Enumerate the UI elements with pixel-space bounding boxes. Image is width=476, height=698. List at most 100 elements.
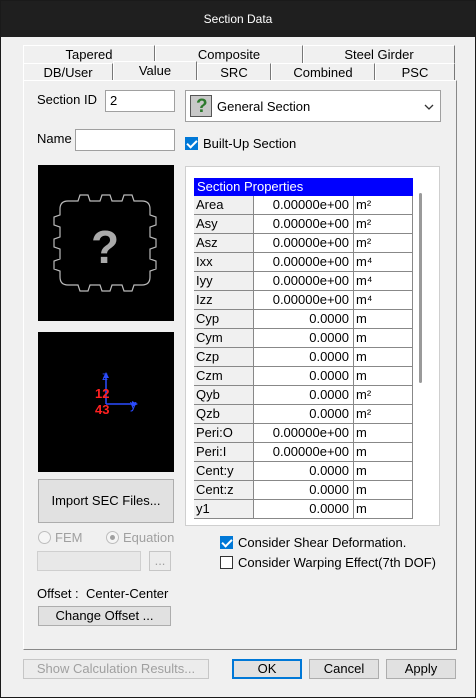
- tab-psc[interactable]: PSC: [375, 63, 455, 81]
- stress-points-bottom: 43: [95, 402, 109, 417]
- table-row: Cyp 0.0000 m: [194, 310, 413, 329]
- tab-steel-girder[interactable]: Steel Girder: [303, 45, 455, 63]
- property-name-cell: Izz: [194, 291, 254, 310]
- table-row: Qyb 0.0000 m²: [194, 386, 413, 405]
- section-axis-preview: z y 12 43: [38, 332, 174, 472]
- property-unit-cell: m: [354, 329, 413, 348]
- property-value-cell[interactable]: 0.0000: [254, 367, 354, 386]
- consider-shear-checkbox[interactable]: Consider Shear Deformation.: [220, 535, 406, 550]
- property-name-cell: Cent:y: [194, 462, 254, 481]
- built-up-section-checkbox[interactable]: Built-Up Section: [185, 136, 296, 151]
- property-value-cell[interactable]: 0.0000: [254, 386, 354, 405]
- property-unit-cell: m²: [354, 405, 413, 424]
- property-value-cell[interactable]: 0.0000: [254, 481, 354, 500]
- property-unit-cell: m²: [354, 196, 413, 215]
- table-scrollbar[interactable]: [419, 193, 422, 383]
- property-name-cell: Czm: [194, 367, 254, 386]
- table-row: Ixx 0.00000e+00 m⁴: [194, 253, 413, 272]
- consider-warping-label: Consider Warping Effect(7th DOF): [238, 555, 436, 570]
- property-unit-cell: m⁴: [354, 291, 413, 310]
- svg-text:?: ?: [91, 221, 119, 273]
- section-shape-preview: ?: [38, 165, 174, 321]
- property-value-cell[interactable]: 0.0000: [254, 348, 354, 367]
- section-data-dialog: Section Data Tapered Composite Steel Gir…: [0, 0, 476, 698]
- table-row: Asz 0.00000e+00 m²: [194, 234, 413, 253]
- property-value-cell[interactable]: 0.00000e+00: [254, 272, 354, 291]
- file-path-field[interactable]: [37, 551, 141, 571]
- tab-db-user[interactable]: DB/User: [23, 63, 113, 81]
- section-type-dropdown[interactable]: ? General Section: [185, 90, 441, 122]
- section-id-field[interactable]: 2: [105, 90, 175, 112]
- consider-warping-checkbox[interactable]: Consider Warping Effect(7th DOF): [220, 555, 436, 570]
- offset-value: Center-Center: [86, 586, 169, 601]
- property-unit-cell: m⁴: [354, 272, 413, 291]
- property-value-cell[interactable]: 0.0000: [254, 310, 354, 329]
- table-row: Cent:y 0.0000 m: [194, 462, 413, 481]
- unknown-section-icon: ?: [53, 194, 157, 292]
- radio-selected-icon: [106, 531, 119, 544]
- checkbox-icon: [185, 137, 198, 150]
- chevron-down-icon: [424, 100, 434, 114]
- table-header: Section Properties: [194, 178, 413, 196]
- property-unit-cell: m: [354, 481, 413, 500]
- section-type-value: General Section: [217, 99, 311, 114]
- show-calculation-results-button[interactable]: Show Calculation Results...: [23, 659, 209, 679]
- property-unit-cell: m²: [354, 234, 413, 253]
- tab-combined[interactable]: Combined: [271, 63, 375, 81]
- table-row: Cym 0.0000 m: [194, 329, 413, 348]
- property-unit-cell: m⁴: [354, 253, 413, 272]
- property-unit-cell: m: [354, 462, 413, 481]
- property-name-cell: y1: [194, 500, 254, 519]
- built-up-section-label: Built-Up Section: [203, 136, 297, 151]
- dialog-title: Section Data: [1, 1, 475, 37]
- table-row: Asy 0.00000e+00 m²: [194, 215, 413, 234]
- table-row: Peri:O 0.00000e+00 m: [194, 424, 413, 443]
- property-value-cell[interactable]: 0.0000: [254, 500, 354, 519]
- cancel-button[interactable]: Cancel: [309, 659, 379, 679]
- property-value-cell[interactable]: 0.00000e+00: [254, 291, 354, 310]
- property-name-cell: Iyy: [194, 272, 254, 291]
- property-name-cell: Qzb: [194, 405, 254, 424]
- section-properties-table: Section Properties Area 0.00000e+00 m² Asy 0…: [185, 166, 440, 526]
- browse-button[interactable]: ...: [149, 551, 171, 571]
- property-unit-cell: m²: [354, 386, 413, 405]
- radio-icon: [38, 531, 51, 544]
- table-row: Cent:z 0.0000 m: [194, 481, 413, 500]
- property-name-cell: Czp: [194, 348, 254, 367]
- property-value-cell[interactable]: 0.0000: [254, 462, 354, 481]
- property-unit-cell: m: [354, 348, 413, 367]
- property-value-cell[interactable]: 0.00000e+00: [254, 215, 354, 234]
- property-name-cell: Qyb: [194, 386, 254, 405]
- property-value-cell[interactable]: 0.0000: [254, 405, 354, 424]
- property-name-cell: Asz: [194, 234, 254, 253]
- tab-src[interactable]: SRC: [197, 63, 271, 81]
- section-id-label: Section ID: [37, 92, 97, 107]
- name-field[interactable]: [75, 129, 175, 151]
- fem-radio[interactable]: FEM: [38, 530, 82, 545]
- change-offset-button[interactable]: Change Offset ...: [38, 606, 171, 626]
- property-unit-cell: m²: [354, 215, 413, 234]
- property-value-cell[interactable]: 0.00000e+00: [254, 196, 354, 215]
- apply-button[interactable]: Apply: [386, 659, 456, 679]
- property-name-cell: Cym: [194, 329, 254, 348]
- checkbox-icon: [220, 536, 233, 549]
- property-unit-cell: m: [354, 310, 413, 329]
- table-row: Area 0.00000e+00 m²: [194, 196, 413, 215]
- equation-radio[interactable]: Equation: [106, 530, 174, 545]
- ok-button[interactable]: OK: [232, 659, 302, 679]
- property-unit-cell: m: [354, 443, 413, 462]
- property-unit-cell: m: [354, 424, 413, 443]
- import-sec-files-button[interactable]: Import SEC Files...: [38, 479, 174, 523]
- table-row: Izz 0.00000e+00 m⁴: [194, 291, 413, 310]
- property-value-cell[interactable]: 0.00000e+00: [254, 424, 354, 443]
- tab-value[interactable]: Value: [113, 61, 197, 81]
- property-value-cell[interactable]: 0.0000: [254, 329, 354, 348]
- equation-label: Equation: [123, 530, 175, 545]
- table-row: Czm 0.0000 m: [194, 367, 413, 386]
- property-value-cell[interactable]: 0.00000e+00: [254, 234, 354, 253]
- property-value-cell[interactable]: 0.00000e+00: [254, 253, 354, 272]
- property-value-cell[interactable]: 0.00000e+00: [254, 443, 354, 462]
- checkbox-icon: [220, 556, 233, 569]
- property-name-cell: Peri:I: [194, 443, 254, 462]
- consider-shear-label: Consider Shear Deformation.: [238, 535, 407, 550]
